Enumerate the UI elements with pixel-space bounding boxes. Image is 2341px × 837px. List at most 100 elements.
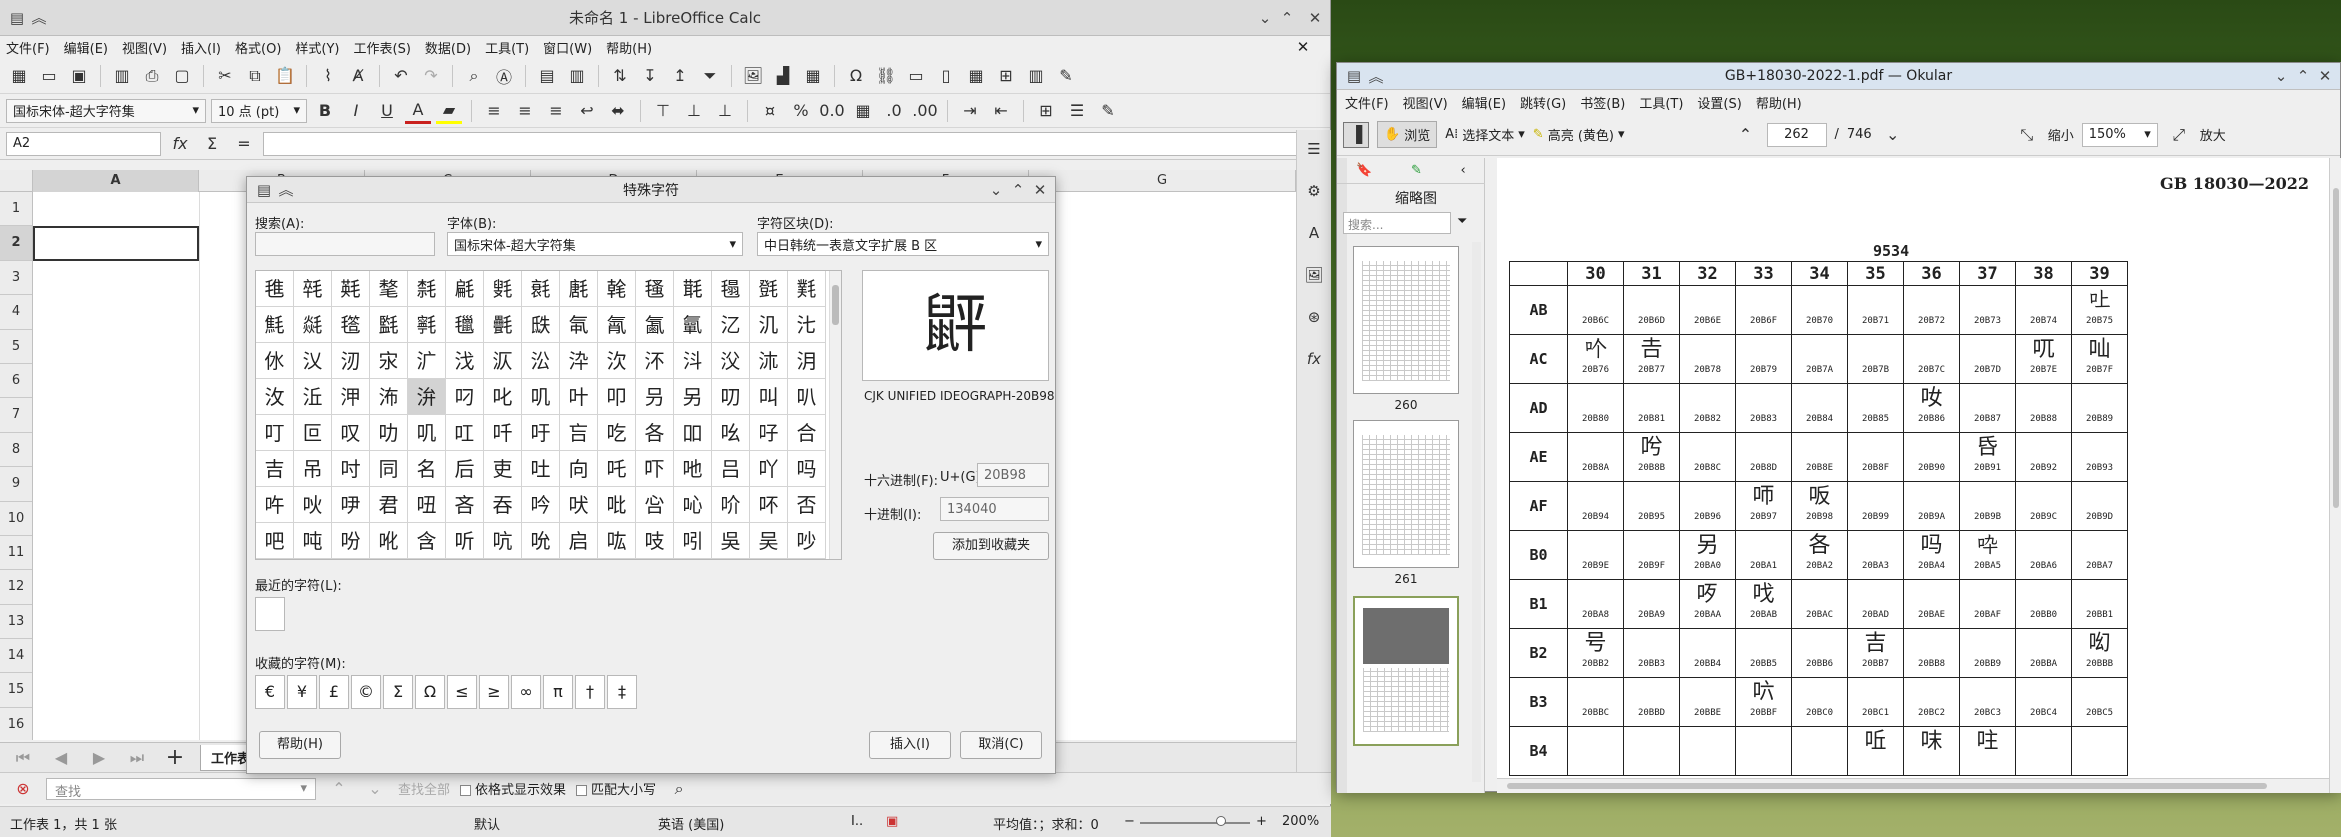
favorite-char[interactable]: £ xyxy=(319,675,349,709)
redo-icon[interactable]: ↷ xyxy=(418,63,444,89)
zoom-out-icon[interactable]: ⤡ xyxy=(2014,122,2040,148)
hex-input[interactable]: 20B98 xyxy=(977,463,1049,487)
menu-view[interactable]: 视图(V) xyxy=(122,38,167,57)
function-wizard-icon[interactable]: fx xyxy=(167,131,193,157)
sum-icon[interactable]: Σ xyxy=(199,131,225,157)
page-number-input[interactable]: 262 xyxy=(1767,123,1827,147)
percent-icon[interactable]: % xyxy=(788,98,814,124)
sidebar-toggle-icon[interactable]: ▐ xyxy=(1343,122,1369,148)
highlight-tool[interactable]: ✎ 高亮 (黄色) ▾ xyxy=(1533,125,1625,144)
char-cell[interactable]: 㳃 xyxy=(560,343,598,379)
char-cell[interactable]: 叫 xyxy=(750,379,788,415)
char-cell[interactable]: 㲹 xyxy=(750,307,788,343)
sort-asc-icon[interactable]: ↧ xyxy=(637,63,663,89)
char-cell[interactable]: 吞 xyxy=(484,487,522,523)
char-cell[interactable]: 吰 xyxy=(598,523,636,559)
char-cell[interactable]: 叩 xyxy=(598,379,636,415)
zoom-in-icon[interactable]: ⤢ xyxy=(2166,122,2192,148)
char-cell[interactable]: 吒 xyxy=(598,451,636,487)
menu-sheet[interactable]: 工作表(S) xyxy=(354,38,411,57)
char-cell[interactable]: 吅 xyxy=(674,415,712,451)
column-icon[interactable]: ▥ xyxy=(564,63,590,89)
previous-page-icon[interactable]: ⌃ xyxy=(1733,122,1759,148)
close-find-icon[interactable]: ⊗ xyxy=(10,776,36,802)
char-cell[interactable]: 吤 xyxy=(712,487,750,523)
char-cell[interactable]: 吲 xyxy=(674,523,712,559)
char-cell[interactable]: 吙 xyxy=(294,487,332,523)
grid-scrollbar[interactable] xyxy=(829,271,841,559)
formula-input[interactable] xyxy=(263,132,1304,156)
char-cell[interactable]: 㲤 xyxy=(522,271,560,307)
page-thumbnail-current[interactable] xyxy=(1353,596,1459,746)
del-decimal-icon[interactable]: .00 xyxy=(912,98,938,124)
favorite-char[interactable]: † xyxy=(575,675,605,709)
document-view[interactable]: GB 18030—2022 9534 30 31 32 33 34 35 36 37 38 39 A… xyxy=(1497,158,2329,778)
char-cell[interactable]: 㲾 xyxy=(370,343,408,379)
dec-input[interactable]: 134040 xyxy=(940,497,1049,521)
zoom-slider[interactable] xyxy=(1140,822,1250,824)
recent-char-slot[interactable] xyxy=(255,597,285,631)
char-cell[interactable]: 吟 xyxy=(522,487,560,523)
char-cell[interactable]: 向 xyxy=(560,451,598,487)
char-cell[interactable]: 吠 xyxy=(560,487,598,523)
maximize-icon[interactable]: ⌃ xyxy=(1007,179,1029,201)
favorite-char[interactable]: ¥ xyxy=(287,675,317,709)
char-cell[interactable]: 含 xyxy=(408,523,446,559)
close-icon[interactable]: ✕ xyxy=(2314,65,2336,87)
char-cell[interactable]: 㲣 xyxy=(484,271,522,307)
char-cell[interactable]: 㳌 xyxy=(332,379,370,415)
char-cell[interactable]: 合 xyxy=(788,415,826,451)
special-char-icon[interactable]: Ω xyxy=(843,63,869,89)
align-middle-icon[interactable]: ⊥ xyxy=(681,98,707,124)
browse-tool[interactable]: ✋ 浏览 xyxy=(1377,121,1437,148)
char-cell[interactable]: 叽 xyxy=(408,415,446,451)
row-header[interactable]: 4 xyxy=(0,295,32,329)
char-cell[interactable]: 吀 xyxy=(484,415,522,451)
active-cell-a2[interactable] xyxy=(33,226,199,261)
find-replace-icon[interactable]: ⌕ xyxy=(666,776,692,802)
char-cell[interactable]: 吣 xyxy=(674,487,712,523)
row-header[interactable]: 8 xyxy=(0,433,32,467)
char-cell[interactable]: 㲡 xyxy=(408,271,446,307)
currency-icon[interactable]: ¤ xyxy=(757,98,783,124)
char-cell[interactable]: 吢 xyxy=(636,487,674,523)
zoom-in-icon[interactable]: + xyxy=(1256,814,1267,829)
char-cell[interactable]: 吐 xyxy=(522,451,560,487)
menu-edit[interactable]: 编辑(E) xyxy=(64,38,108,57)
char-cell[interactable]: 㲧 xyxy=(636,271,674,307)
split-icon[interactable]: ▥ xyxy=(1023,63,1049,89)
font-name-combo[interactable]: 国标宋体-超大字符集 ▾ xyxy=(6,99,206,123)
char-cell[interactable]: 吩 xyxy=(332,523,370,559)
row-header[interactable]: 1 xyxy=(0,192,32,226)
checkbox[interactable] xyxy=(460,785,471,796)
panel-back-icon[interactable]: ‹ xyxy=(1461,163,1466,178)
underline-icon[interactable]: U xyxy=(374,98,400,124)
menu-tools[interactable]: 工具(T) xyxy=(485,38,529,57)
char-cell[interactable]: 㲮 xyxy=(332,307,370,343)
menu-settings[interactable]: 设置(S) xyxy=(1697,93,1741,112)
prev-sheet-icon[interactable]: ◀ xyxy=(48,745,74,771)
row-header[interactable]: 11 xyxy=(0,536,32,570)
merge-icon[interactable]: ⬌ xyxy=(605,98,631,124)
char-cell[interactable]: 吁 xyxy=(522,415,560,451)
char-cell[interactable]: 吏 xyxy=(484,451,522,487)
add-sheet-icon[interactable]: + xyxy=(162,745,188,771)
char-cell[interactable]: 吖 xyxy=(750,451,788,487)
next-sheet-icon[interactable]: ▶ xyxy=(86,745,112,771)
keep-above-icon[interactable]: ︽ xyxy=(28,7,50,29)
search-input[interactable] xyxy=(255,232,435,256)
clone-icon[interactable]: ⌇ xyxy=(315,63,341,89)
subset-select[interactable]: 中日韩统一表意文字扩展 B 区 ▾ xyxy=(757,232,1049,256)
row-header[interactable]: 12 xyxy=(0,570,32,604)
char-cell[interactable]: 叱 xyxy=(484,379,522,415)
bookmark-icon[interactable]: 🔖 xyxy=(1356,163,1372,178)
menu-tools[interactable]: 工具(T) xyxy=(1639,93,1683,112)
indent-icon[interactable]: ⇥ xyxy=(957,98,983,124)
char-cell[interactable]: 君 xyxy=(370,487,408,523)
add-favorite-button[interactable]: 添加到收藏夹 xyxy=(933,532,1049,560)
char-cell[interactable]: 叮 xyxy=(256,415,294,451)
char-cell[interactable]: 同 xyxy=(370,451,408,487)
char-cell[interactable]: 叽 xyxy=(522,379,560,415)
styles-icon[interactable]: A xyxy=(1301,220,1327,246)
number-icon[interactable]: 0.0 xyxy=(819,98,845,124)
